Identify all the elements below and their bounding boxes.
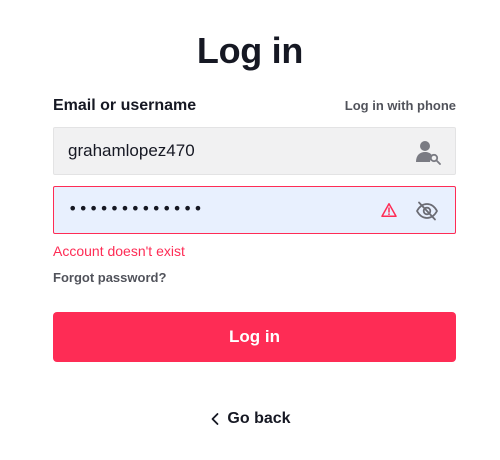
eye-off-icon[interactable] [415, 199, 439, 223]
username-field[interactable]: grahamlopez470 [53, 127, 456, 175]
user-key-icon [416, 141, 441, 165]
password-value[interactable]: ••••••••••••• [68, 199, 204, 218]
error-message: Account doesn't exist [53, 243, 185, 259]
go-back-label[interactable]: Go back [227, 410, 290, 428]
username-value[interactable]: grahamlopez470 [68, 141, 195, 161]
field-label-row: Email or username Log in with phone [53, 96, 456, 118]
forgot-password-link[interactable]: Forgot password? [53, 270, 166, 285]
login-with-phone-link[interactable]: Log in with phone [345, 98, 456, 113]
chevron-left-icon [212, 413, 219, 425]
email-username-label: Email or username [53, 97, 197, 114]
go-back-content[interactable]: Go back [209, 410, 291, 428]
page-title: Log in [196, 30, 304, 71]
login-button[interactable]: Log in [53, 312, 456, 362]
password-field[interactable]: ••••••••••••• [53, 186, 456, 234]
warning-icon [381, 203, 397, 217]
go-back-link[interactable]: Go back [0, 408, 500, 430]
